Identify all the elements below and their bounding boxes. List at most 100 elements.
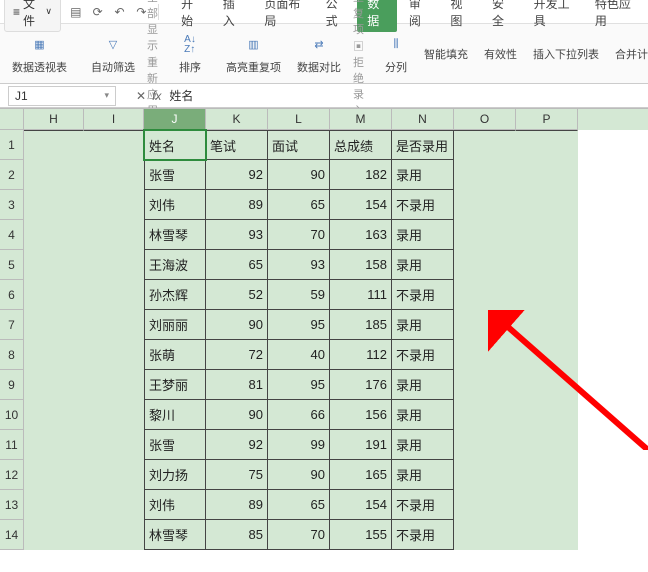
cell[interactable]: 不录用 <box>392 190 454 220</box>
row-header[interactable]: 12 <box>0 460 24 490</box>
cell[interactable]: 65 <box>268 490 330 520</box>
cell[interactable] <box>516 430 578 460</box>
cell[interactable]: 90 <box>206 310 268 340</box>
consolidate-button[interactable]: 合并计算 <box>611 44 648 64</box>
cell[interactable]: 不录用 <box>392 490 454 520</box>
row-header[interactable]: 3 <box>0 190 24 220</box>
col-header-J[interactable]: J <box>144 109 206 130</box>
row-header[interactable]: 13 <box>0 490 24 520</box>
cell[interactable] <box>24 250 84 280</box>
cell[interactable]: 总成绩 <box>330 130 392 160</box>
row-header[interactable]: 1 <box>0 130 24 160</box>
cell[interactable] <box>84 520 144 550</box>
row-header[interactable]: 14 <box>0 520 24 550</box>
cell[interactable] <box>24 190 84 220</box>
row-header[interactable]: 5 <box>0 250 24 280</box>
cell[interactable] <box>454 310 516 340</box>
col-header-H[interactable]: H <box>24 109 84 130</box>
cell[interactable]: 92 <box>206 430 268 460</box>
cell[interactable]: 65 <box>268 190 330 220</box>
cell[interactable]: 录用 <box>392 310 454 340</box>
cell[interactable]: 85 <box>206 520 268 550</box>
row-header[interactable]: 2 <box>0 160 24 190</box>
cell[interactable]: 张萌 <box>144 340 206 370</box>
save-icon[interactable]: ▤ <box>67 2 85 22</box>
col-header-I[interactable]: I <box>84 109 144 130</box>
cell[interactable]: 90 <box>268 160 330 190</box>
cell[interactable]: 89 <box>206 490 268 520</box>
cell[interactable] <box>84 370 144 400</box>
cell[interactable] <box>454 190 516 220</box>
file-menu[interactable]: ≡ 文件 ∨ <box>4 0 61 32</box>
cell[interactable]: 不录用 <box>392 340 454 370</box>
tab-special[interactable]: 特色应用 <box>585 0 644 32</box>
refresh-icon[interactable]: ⟳ <box>89 2 107 22</box>
cell[interactable]: 52 <box>206 280 268 310</box>
cell[interactable]: 张雪 <box>144 160 206 190</box>
tab-view[interactable]: 视图 <box>440 0 480 32</box>
cell[interactable]: 不录用 <box>392 280 454 310</box>
cell[interactable] <box>24 130 84 160</box>
cell[interactable]: 95 <box>268 310 330 340</box>
cell[interactable] <box>454 340 516 370</box>
cell[interactable] <box>516 490 578 520</box>
cell[interactable]: 59 <box>268 280 330 310</box>
cell[interactable] <box>84 280 144 310</box>
row-header[interactable]: 11 <box>0 430 24 460</box>
cell[interactable] <box>84 490 144 520</box>
cell[interactable]: 是否录用 <box>392 130 454 160</box>
cell[interactable]: 156 <box>330 400 392 430</box>
cell[interactable]: 70 <box>268 520 330 550</box>
fx-icon[interactable]: fx <box>152 89 161 103</box>
cell[interactable]: 刘力扬 <box>144 460 206 490</box>
cell[interactable]: 40 <box>268 340 330 370</box>
cell[interactable]: 录用 <box>392 370 454 400</box>
tab-formula[interactable]: 公式 <box>316 0 356 32</box>
col-header-O[interactable]: O <box>454 109 516 130</box>
formula-input[interactable]: 姓名 <box>169 87 193 104</box>
cell[interactable] <box>454 490 516 520</box>
cell[interactable] <box>84 430 144 460</box>
tab-insert[interactable]: 插入 <box>213 0 253 32</box>
cell[interactable] <box>516 130 578 160</box>
cell[interactable] <box>84 220 144 250</box>
cell[interactable] <box>24 220 84 250</box>
cell[interactable] <box>454 460 516 490</box>
col-header-P[interactable]: P <box>516 109 578 130</box>
cell[interactable]: 黎川 <box>144 400 206 430</box>
tab-review[interactable]: 审阅 <box>399 0 439 32</box>
cell[interactable]: 155 <box>330 520 392 550</box>
cell[interactable] <box>24 310 84 340</box>
cell[interactable]: 王梦丽 <box>144 370 206 400</box>
cell[interactable] <box>84 130 144 160</box>
cell[interactable] <box>84 340 144 370</box>
cell[interactable]: 81 <box>206 370 268 400</box>
row-header[interactable]: 6 <box>0 280 24 310</box>
cell[interactable] <box>24 400 84 430</box>
highlight-dup-button[interactable]: ▥ 高亮重复项 <box>222 31 285 77</box>
cell[interactable] <box>84 400 144 430</box>
cell[interactable] <box>516 280 578 310</box>
cell[interactable]: 面试 <box>268 130 330 160</box>
cell[interactable]: 90 <box>268 460 330 490</box>
cell[interactable] <box>454 400 516 430</box>
row-header[interactable]: 8 <box>0 340 24 370</box>
tab-devtools[interactable]: 开发工具 <box>524 0 583 32</box>
cell[interactable]: 158 <box>330 250 392 280</box>
cell[interactable] <box>24 490 84 520</box>
cell[interactable]: 72 <box>206 340 268 370</box>
cell[interactable] <box>84 310 144 340</box>
col-header-M[interactable]: M <box>330 109 392 130</box>
cell[interactable] <box>454 220 516 250</box>
validation-button[interactable]: 有效性 <box>480 44 521 64</box>
cell[interactable]: 王海波 <box>144 250 206 280</box>
cell[interactable]: 99 <box>268 430 330 460</box>
cell[interactable]: 刘伟 <box>144 190 206 220</box>
sort-button[interactable]: A↓Z↑ 排序 <box>174 31 206 77</box>
cell[interactable] <box>516 340 578 370</box>
datacompare-button[interactable]: ⇄ 数据对比 <box>293 31 345 77</box>
cell[interactable]: 154 <box>330 190 392 220</box>
cell[interactable] <box>24 280 84 310</box>
cell[interactable] <box>516 250 578 280</box>
cell[interactable] <box>84 190 144 220</box>
